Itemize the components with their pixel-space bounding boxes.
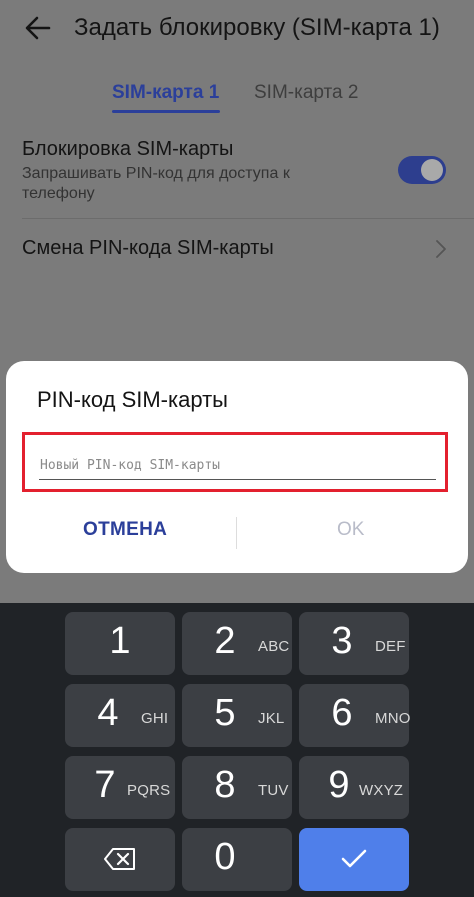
key-9[interactable]: 9 WXYZ — [299, 756, 409, 819]
key-digit: 3 — [331, 620, 353, 662]
key-digit: 2 — [214, 620, 236, 662]
key-7[interactable]: 7 PQRS — [65, 756, 175, 819]
key-letters: DEF — [375, 638, 406, 655]
cancel-button[interactable]: ОТМЕНА — [83, 519, 167, 541]
key-letters: ABC — [258, 638, 290, 655]
key-digit: 1 — [109, 620, 131, 662]
checkmark-icon — [341, 849, 367, 868]
pin-input-highlight — [22, 432, 448, 492]
key-digit: 0 — [214, 836, 236, 878]
key-3[interactable]: 3 DEF — [299, 612, 409, 675]
tab-sim-1[interactable]: SIM-карта 1 — [112, 82, 219, 104]
change-pin-title[interactable]: Смена PIN-кода SIM-карты — [22, 237, 274, 260]
key-letters: MNO — [375, 710, 411, 727]
back-arrow-icon[interactable] — [22, 12, 54, 44]
key-letters: GHI — [141, 710, 169, 727]
tab-indicator — [112, 110, 220, 113]
numeric-keypad: 1 2 ABC 3 DEF 4 GHI 5 JKL 6 MNO 7 PQRS 8… — [0, 603, 474, 897]
key-6[interactable]: 6 MNO — [299, 684, 411, 747]
button-divider — [236, 517, 237, 549]
sim-tabs: SIM-карта 1 SIM-карта 2 — [0, 78, 474, 118]
key-2[interactable]: 2 ABC — [182, 612, 292, 675]
key-4[interactable]: 4 GHI — [65, 684, 175, 747]
ok-button[interactable]: OK — [337, 519, 364, 541]
sim-lock-title[interactable]: Блокировка SIM-карты — [22, 138, 233, 161]
backspace-key[interactable] — [65, 828, 175, 891]
pin-input[interactable] — [39, 451, 436, 480]
key-5[interactable]: 5 JKL — [182, 684, 292, 747]
key-digit: 4 — [97, 692, 119, 734]
confirm-key[interactable] — [299, 828, 409, 891]
sim-lock-toggle[interactable] — [398, 156, 446, 184]
key-letters: JKL — [258, 710, 285, 727]
key-8[interactable]: 8 TUV — [182, 756, 292, 819]
pin-dialog: PIN-код SIM-карты ОТМЕНА OK — [6, 361, 468, 573]
backspace-icon — [104, 848, 135, 870]
dialog-title: PIN-код SIM-карты — [37, 387, 228, 412]
key-digit: 5 — [214, 692, 236, 734]
app-bar: Задать блокировку (SIM-карта 1) — [0, 0, 474, 60]
key-1[interactable]: 1 — [65, 612, 175, 675]
chevron-right-icon[interactable] — [434, 238, 448, 260]
key-letters: PQRS — [127, 782, 171, 799]
tab-sim-2[interactable]: SIM-карта 2 — [254, 82, 358, 104]
page-title: Задать блокировку (SIM-карта 1) — [74, 14, 440, 41]
sim-lock-subtitle: Запрашивать PIN-код для доступа к телефо… — [22, 165, 290, 202]
key-digit: 6 — [331, 692, 353, 734]
key-0[interactable]: 0 — [182, 828, 292, 891]
key-digit: 8 — [214, 764, 236, 806]
divider — [22, 218, 474, 219]
toggle-knob — [421, 159, 443, 181]
key-letters: TUV — [258, 782, 289, 799]
key-letters: WXYZ — [359, 782, 404, 799]
